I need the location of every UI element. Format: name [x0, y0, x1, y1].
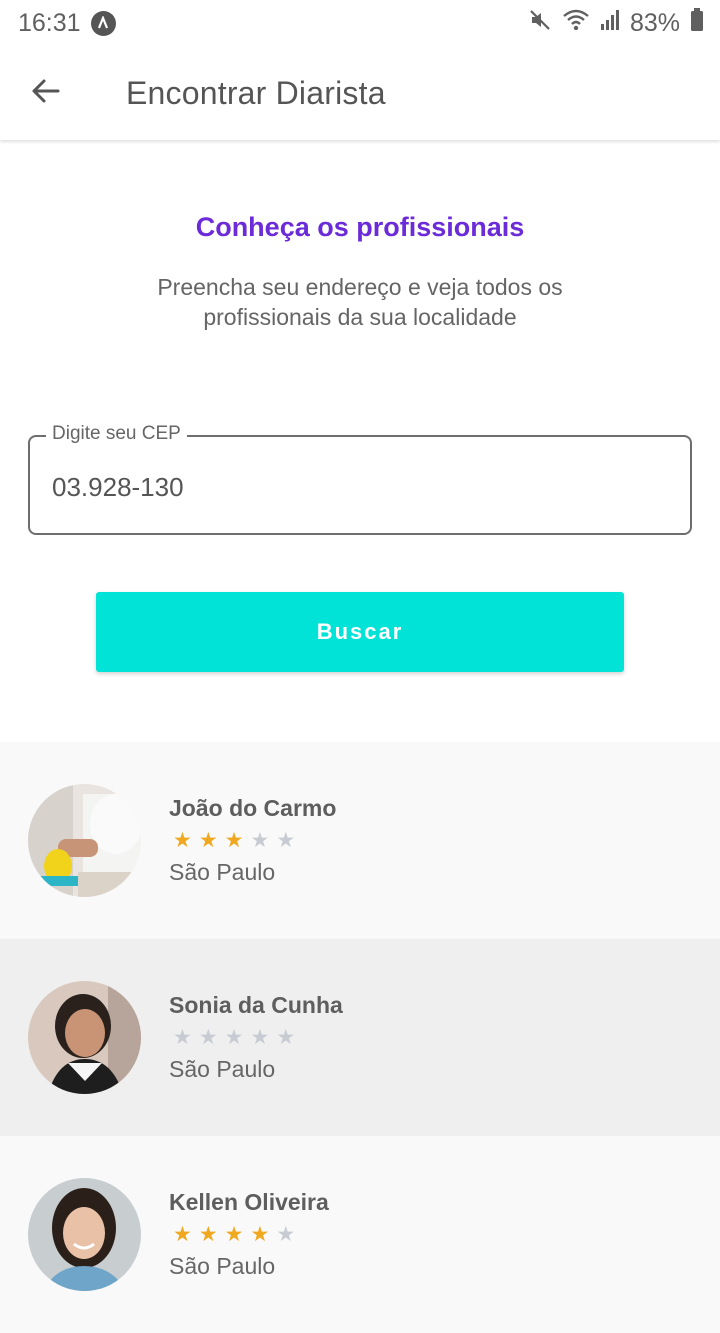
- avatar: [28, 784, 141, 897]
- star-filled-icon: ★: [250, 1223, 270, 1246]
- star-filled-icon: ★: [198, 829, 218, 852]
- intro-title: Conheça os profissionais: [195, 212, 525, 242]
- app-badge-icon: [90, 10, 116, 36]
- mute-icon: [528, 8, 552, 39]
- intro-text: Preencha seu endereço e veja todos os pr…: [157, 274, 563, 330]
- search-button[interactable]: Buscar: [96, 592, 624, 672]
- professional-city: São Paulo: [169, 859, 276, 885]
- avatar: [28, 1178, 141, 1291]
- star-empty-icon: ★: [224, 1026, 244, 1049]
- app-bar: Encontrar Diarista: [0, 46, 720, 140]
- list-item[interactable]: João do Carmo ★ ★ ★ ★ ★ São Paulo: [0, 742, 720, 939]
- cep-field[interactable]: Digite seu CEP: [28, 423, 692, 535]
- battery-text: 83%: [629, 8, 680, 37]
- star-empty-icon: ★: [250, 1026, 270, 1049]
- battery-icon: [690, 7, 704, 39]
- star-filled-icon: ★: [198, 1223, 218, 1246]
- star-filled-icon: ★: [224, 1223, 244, 1246]
- status-bar: 16:31 83%: [0, 0, 720, 46]
- rating-stars: ★ ★ ★ ★ ★: [173, 1027, 343, 1048]
- star-empty-icon: ★: [173, 1026, 192, 1049]
- cep-input[interactable]: [52, 465, 652, 509]
- star-filled-icon: ★: [173, 1223, 192, 1246]
- star-filled-icon: ★: [224, 829, 244, 852]
- arrow-left-icon: [30, 75, 62, 112]
- star-empty-icon: ★: [276, 1026, 296, 1049]
- professional-name: Sonia da Cunha: [169, 992, 343, 1018]
- avatar: [28, 981, 141, 1094]
- star-filled-icon: ★: [173, 829, 192, 852]
- professional-city: São Paulo: [169, 1056, 276, 1082]
- star-empty-icon: ★: [198, 1026, 218, 1049]
- rating-stars: ★ ★ ★ ★ ★: [173, 1224, 329, 1245]
- professional-name: Kellen Oliveira: [169, 1189, 329, 1215]
- signal-icon: [600, 9, 620, 38]
- list-item[interactable]: Sonia da Cunha ★ ★ ★ ★ ★ São Paulo: [0, 939, 720, 1136]
- professionals-list: João do Carmo ★ ★ ★ ★ ★ São Paulo Sonia: [0, 742, 720, 1333]
- status-time: 16:31: [18, 8, 81, 37]
- list-item[interactable]: Kellen Oliveira ★ ★ ★ ★ ★ São Paulo: [0, 1136, 720, 1333]
- star-empty-icon: ★: [276, 829, 296, 852]
- professional-city: São Paulo: [169, 1253, 276, 1279]
- back-button[interactable]: [0, 46, 92, 140]
- professional-name: João do Carmo: [169, 795, 337, 821]
- star-empty-icon: ★: [276, 1223, 296, 1246]
- star-empty-icon: ★: [250, 829, 270, 852]
- page-title: Encontrar Diarista: [126, 74, 386, 111]
- rating-stars: ★ ★ ★ ★ ★: [173, 830, 336, 851]
- wifi-icon: [562, 8, 590, 39]
- cep-label: Digite seu CEP: [46, 423, 187, 445]
